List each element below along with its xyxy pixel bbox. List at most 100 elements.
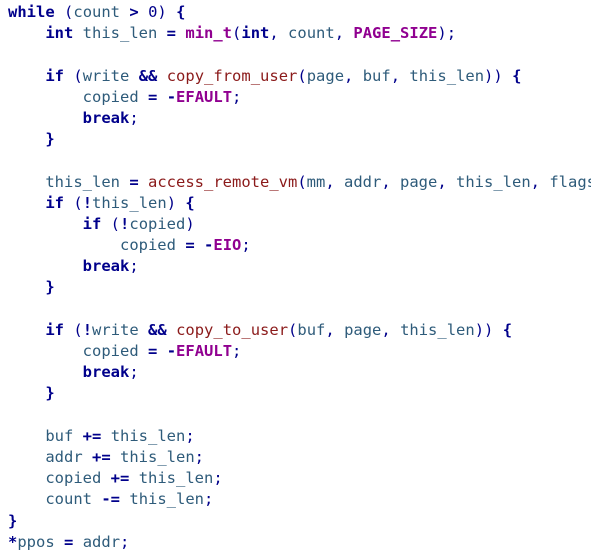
code-token: ) <box>166 193 177 212</box>
code-line[interactable]: buf += this_len; <box>0 426 591 447</box>
code-token: copied <box>82 87 139 106</box>
code-token: addr <box>344 172 382 191</box>
code-line[interactable]: } <box>0 129 591 150</box>
code-token: = <box>129 172 139 191</box>
code-token: ) <box>185 214 195 233</box>
code-token: = <box>148 342 158 360</box>
code-token: copied <box>119 236 176 255</box>
code-line[interactable]: copied += this_len; <box>0 468 591 489</box>
code-line[interactable]: copied = -EFAULT; <box>0 87 591 108</box>
code-token: , <box>390 66 410 85</box>
code-listing[interactable]: while (count > 0) { int this_len = min_t… <box>0 0 591 551</box>
code-token: ( <box>297 66 307 85</box>
code-line[interactable]: int this_len = min_t(int, count, PAGE_SI… <box>0 23 591 44</box>
code-token: , <box>437 172 457 191</box>
code-token: += <box>110 469 130 488</box>
code-token: break <box>82 363 130 382</box>
code-line[interactable]: } <box>0 383 591 404</box>
code-token: page <box>344 320 382 339</box>
code-token: break <box>82 108 130 127</box>
code-token: this_len <box>82 24 158 43</box>
code-line[interactable] <box>0 150 591 171</box>
code-token: count <box>73 3 121 21</box>
code-token: ) <box>157 3 167 21</box>
code-line[interactable]: copied = -EIO; <box>0 235 591 256</box>
code-token: buf <box>45 426 74 445</box>
code-token: ! <box>82 320 93 339</box>
code-line[interactable]: this_len = access_remote_vm(mm, addr, pa… <box>0 172 591 193</box>
code-token: ; <box>241 236 251 255</box>
code-token: ; <box>232 87 242 106</box>
code-token: this_len <box>138 469 214 488</box>
code-token: = <box>148 87 158 106</box>
code-line[interactable]: count -= this_len; <box>0 489 591 510</box>
code-token: copied <box>45 469 102 488</box>
code-line[interactable]: break; <box>0 362 591 383</box>
code-line[interactable]: } <box>0 511 591 532</box>
code-token: ! <box>82 193 93 212</box>
code-token: copied <box>82 342 139 360</box>
code-line[interactable]: if (!copied) <box>0 214 591 235</box>
code-token: , <box>325 172 345 191</box>
code-token: this_len <box>120 447 195 466</box>
code-token: > <box>129 3 139 21</box>
code-line[interactable]: while (count > 0) { <box>0 0 591 23</box>
code-token: page <box>306 66 345 85</box>
code-line[interactable]: if (write && copy_from_user(page, buf, t… <box>0 66 591 87</box>
code-token: ( <box>64 3 74 21</box>
code-line[interactable]: addr += this_len; <box>0 447 591 468</box>
code-line[interactable] <box>0 299 591 320</box>
code-token: , <box>381 320 401 339</box>
code-line[interactable]: copied = -EFAULT; <box>0 341 591 362</box>
code-token: EFAULT <box>176 87 233 106</box>
code-line[interactable]: break; <box>0 108 591 129</box>
code-line[interactable]: } <box>0 277 591 298</box>
code-line[interactable]: if (!write && copy_to_user(buf, page, th… <box>0 320 591 341</box>
code-token: buf <box>297 320 326 339</box>
code-line[interactable] <box>0 405 591 426</box>
code-token: int <box>241 24 270 43</box>
code-token: { <box>185 193 195 212</box>
code-token: - <box>166 87 177 106</box>
code-line[interactable] <box>0 44 591 65</box>
code-token: write <box>82 66 130 85</box>
code-token: addr <box>45 447 83 466</box>
code-line[interactable]: if (!this_len) { <box>0 193 591 214</box>
code-token: , <box>530 172 550 191</box>
code-token: page <box>400 172 438 191</box>
code-token: ; <box>129 108 139 127</box>
code-token: mm <box>306 172 326 191</box>
code-line[interactable]: *ppos = addr; <box>0 532 591 553</box>
code-line[interactable]: break; <box>0 256 591 277</box>
code-token: -= <box>101 490 121 509</box>
code-token: 0 <box>148 3 158 21</box>
code-token: count <box>45 490 92 509</box>
code-token: this_len <box>409 66 485 85</box>
code-token: ( <box>73 320 83 339</box>
code-token: ( <box>288 320 298 339</box>
code-token: copy_from_user <box>166 66 298 85</box>
